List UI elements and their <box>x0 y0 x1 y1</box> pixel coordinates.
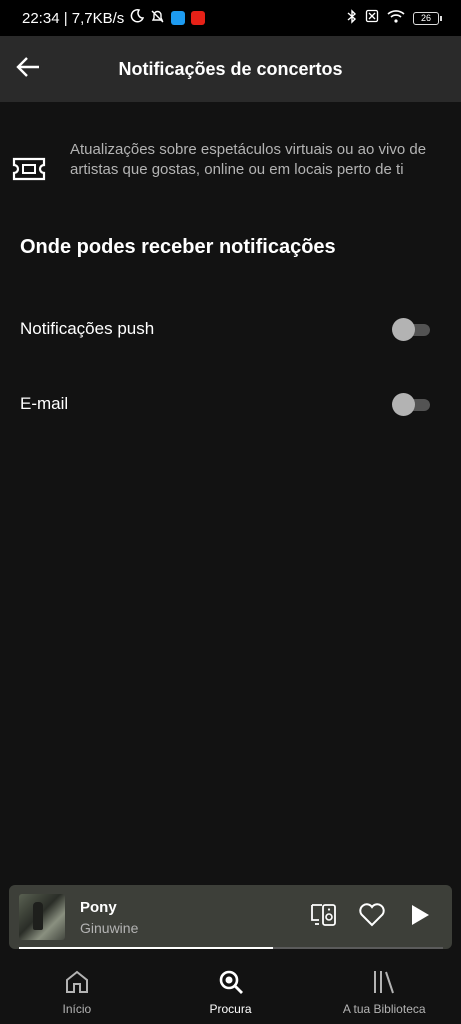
heart-icon <box>358 902 386 933</box>
library-icon <box>370 968 398 996</box>
progress-fill <box>19 947 274 949</box>
wifi-icon <box>387 9 405 27</box>
nav-label-home: Início <box>62 1002 92 1016</box>
moon-icon <box>130 9 145 27</box>
section-title: Onde podes receber notificações <box>20 236 336 258</box>
toggle-knob <box>392 393 415 416</box>
header-bar: Notificações de concertos <box>0 36 461 102</box>
description-text: Atualizações sobre espetáculos virtuais … <box>70 141 427 178</box>
sim-off-icon <box>365 9 379 27</box>
devices-icon <box>310 902 338 933</box>
track-artist: Ginuwine <box>80 919 139 936</box>
page-title: Notificações de concertos <box>118 58 343 79</box>
nav-item-home[interactable]: Início <box>0 960 154 1024</box>
status-bar: 22:34 | 7,7KB/s 26 <box>0 0 461 36</box>
screen: 22:34 | 7,7KB/s 26 Notificações de conce… <box>0 0 461 1024</box>
push-notifications-toggle[interactable] <box>392 318 430 341</box>
description-row: Atualizações sobre espetáculos virtuais … <box>12 140 442 184</box>
nav-item-library[interactable]: A tua Biblioteca <box>307 960 461 1024</box>
twitter-icon <box>171 11 186 25</box>
bell-off-icon <box>150 9 165 28</box>
ticket-icon <box>12 154 46 184</box>
toggle-knob <box>392 318 415 341</box>
track-info[interactable]: Pony Ginuwine <box>80 899 138 936</box>
battery-level: 26 <box>420 13 431 23</box>
youtube-icon <box>191 11 206 25</box>
setting-label-push: Notificações push <box>20 319 155 338</box>
nav-label-search: Procura <box>209 1002 252 1016</box>
battery-icon: 26 <box>413 11 442 25</box>
arrow-left-icon <box>15 56 41 83</box>
back-button[interactable] <box>8 49 48 89</box>
play-icon <box>409 903 431 932</box>
setting-label-email: E-mail <box>20 394 69 413</box>
mini-player[interactable]: Pony Ginuwine <box>9 885 452 949</box>
devices-button[interactable] <box>310 903 338 931</box>
play-button[interactable] <box>406 903 434 931</box>
album-art[interactable] <box>19 894 65 940</box>
search-icon <box>217 968 245 996</box>
bluetooth-icon <box>347 8 357 28</box>
nav-item-search[interactable]: Procura <box>154 960 308 1024</box>
status-time-speed: 22:34 | 7,7KB/s <box>22 9 125 27</box>
bottom-navigation: Início Procura A tua Biblioteca <box>0 960 461 1024</box>
setting-row-push[interactable]: Notificações push <box>20 309 440 349</box>
email-notifications-toggle[interactable] <box>392 393 430 416</box>
nav-label-library: A tua Biblioteca <box>342 1002 426 1016</box>
home-icon <box>63 968 91 996</box>
setting-row-email[interactable]: E-mail <box>20 384 440 424</box>
like-button[interactable] <box>358 902 386 933</box>
track-title: Pony <box>80 898 117 916</box>
playback-progress-bar[interactable] <box>19 947 443 949</box>
